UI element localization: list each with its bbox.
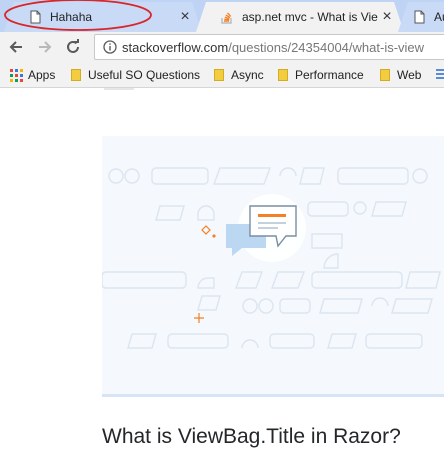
back-arrow-icon xyxy=(9,41,22,53)
url-text[interactable]: stackoverflow.com/questions/24354004/wha… xyxy=(122,40,424,55)
tab-hahaha[interactable]: Hahaha × xyxy=(4,2,202,32)
back-button[interactable] xyxy=(7,38,25,56)
page-content: What is ViewBag.Title in Razor? xyxy=(0,88,444,452)
tab-au[interactable]: Au xyxy=(398,2,444,32)
reload-button[interactable] xyxy=(64,38,82,56)
forward-arrow-icon xyxy=(39,41,52,53)
stackoverflow-icon xyxy=(221,12,232,24)
bookmark-label: Performance xyxy=(295,68,364,82)
bookmark-label: Apps xyxy=(28,68,56,82)
folder-icon xyxy=(380,69,390,81)
bookmark-web[interactable]: Web xyxy=(380,67,421,83)
reload-icon xyxy=(67,39,79,53)
more-bookmarks-icon[interactable] xyxy=(436,68,444,82)
page-icon xyxy=(30,10,41,24)
bookmark-label: Async xyxy=(231,68,264,82)
close-tab-icon[interactable]: × xyxy=(380,8,394,26)
tab-label: asp.net mvc - What is Vie xyxy=(242,10,378,24)
folder-icon xyxy=(214,69,224,81)
tab-label: Au xyxy=(434,10,444,24)
apps-grid-icon xyxy=(10,68,23,82)
url-host: stackoverflow.com xyxy=(122,40,229,55)
header-divider xyxy=(104,88,134,90)
bookmark-label: Web xyxy=(397,68,422,82)
browser-toolbar: stackoverflow.com/questions/24354004/wha… xyxy=(0,32,444,62)
info-icon[interactable] xyxy=(103,40,117,54)
question-title[interactable]: What is ViewBag.Title in Razor? xyxy=(102,425,401,449)
bookmark-useful-so-questions[interactable]: Useful SO Questions xyxy=(71,67,200,83)
bookmark-apps[interactable]: Apps xyxy=(10,67,55,83)
folder-icon xyxy=(278,69,288,81)
placeholder-illustration xyxy=(101,167,441,349)
bookmark-performance[interactable]: Performance xyxy=(278,67,364,83)
question-illustration xyxy=(101,136,444,397)
address-bar[interactable]: stackoverflow.com/questions/24354004/wha… xyxy=(94,34,444,60)
folder-icon xyxy=(71,69,81,81)
close-tab-icon[interactable]: × xyxy=(178,8,192,26)
page-icon xyxy=(414,10,425,24)
bookmarks-bar: Apps Useful SO Questions Async Performan… xyxy=(0,62,444,88)
tab-strip: Hahaha × asp.net mvc - What is Vie × Au xyxy=(0,0,444,34)
bookmark-label: Useful SO Questions xyxy=(88,68,201,82)
bookmark-async[interactable]: Async xyxy=(214,67,264,83)
tab-label: Hahaha xyxy=(50,10,93,24)
tab-stackoverflow[interactable]: asp.net mvc - What is Vie × xyxy=(196,2,404,32)
url-path: /questions/24354004/what-is-view xyxy=(228,40,425,55)
forward-button[interactable] xyxy=(36,38,54,56)
